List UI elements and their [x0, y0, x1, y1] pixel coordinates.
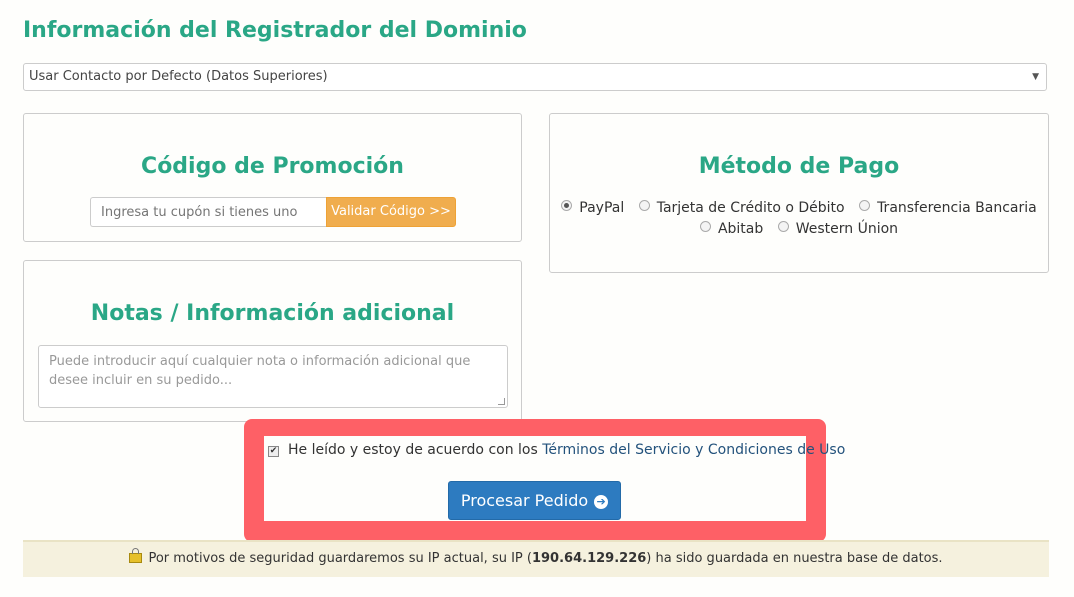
- contact-select-value: Usar Contacto por Defecto (Datos Superio…: [29, 69, 328, 84]
- payment-option-label: Transferencia Bancaria: [877, 200, 1037, 216]
- highlight-box: ✔ He leído y estoy de acuerdo con los Tér…: [244, 419, 845, 542]
- payment-option-label: Abitab: [717, 221, 764, 237]
- notes-title: Notas / Información adicional: [90, 301, 455, 326]
- radio-icon[interactable]: [638, 200, 650, 211]
- arrow-circle-right-icon: ➔: [594, 495, 609, 509]
- payment-panel: Método de Pago PayPal Tarjeta de Crédito…: [549, 113, 1049, 273]
- payment-option-label: Tarjeta de Crédito o Débito: [656, 200, 845, 216]
- ip-address: 190.64.129.226: [531, 551, 647, 566]
- validate-code-button[interactable]: Validar Código >>: [326, 197, 456, 227]
- promo-row: Validar Código >>: [90, 197, 456, 227]
- terms-text: He leído y estoy de acuerdo con los: [288, 442, 538, 458]
- payment-option-abitab[interactable]: Abitab: [699, 221, 764, 237]
- radio-icon[interactable]: [777, 221, 789, 232]
- contact-select[interactable]: Usar Contacto por Defecto (Datos Superio…: [23, 63, 1047, 91]
- resize-handle-icon[interactable]: [498, 398, 505, 405]
- order-confirm-area: ✔ He leído y estoy de acuerdo con los Tér…: [264, 436, 845, 521]
- security-text-before: Por motivos de seguridad guardaremos su …: [148, 551, 532, 566]
- payment-options-row-2: Abitab Western Únion: [550, 221, 1048, 237]
- payment-option-label: PayPal: [579, 200, 625, 216]
- security-text-after: ) ha sido guardada en nuestra base de da…: [646, 551, 943, 566]
- payment-option-card[interactable]: Tarjeta de Crédito o Débito: [638, 200, 845, 216]
- promo-code-input[interactable]: [90, 197, 326, 227]
- payment-option-western-union[interactable]: Western Únion: [777, 221, 899, 237]
- terms-checkbox[interactable]: ✔: [268, 446, 279, 457]
- payment-options-row-1: PayPal Tarjeta de Crédito o Débito Trans…: [550, 200, 1048, 216]
- promo-panel: Código de Promoción Validar Código >>: [23, 113, 522, 242]
- radio-icon[interactable]: [699, 221, 711, 232]
- payment-option-transfer[interactable]: Transferencia Bancaria: [859, 200, 1037, 216]
- promo-title: Código de Promoción: [141, 154, 404, 179]
- notes-placeholder: Puede introducir aquí cualquier nota o i…: [49, 354, 471, 388]
- process-order-label: Procesar Pedido: [460, 491, 589, 510]
- radio-selected-icon[interactable]: [561, 200, 573, 211]
- lock-icon: [129, 548, 143, 563]
- terms-row: ✔ He leído y estoy de acuerdo con los Tér…: [268, 442, 845, 458]
- terms-link[interactable]: Términos del Servicio y Condiciones de U…: [542, 442, 845, 458]
- security-notice: Por motivos de seguridad guardaremos su …: [23, 540, 1049, 577]
- registrar-title: Información del Registrador del Dominio: [23, 18, 527, 43]
- payment-option-paypal[interactable]: PayPal: [561, 200, 624, 216]
- payment-option-label: Western Únion: [795, 221, 899, 237]
- payment-title: Método de Pago: [698, 154, 900, 179]
- process-order-button[interactable]: Procesar Pedido ➔: [448, 481, 621, 520]
- dropdown-arrow-icon: ▼: [1032, 72, 1039, 82]
- notes-panel: Notas / Información adicional Puede intr…: [23, 260, 522, 422]
- radio-icon[interactable]: [859, 200, 871, 211]
- notes-textarea[interactable]: Puede introducir aquí cualquier nota o i…: [38, 345, 508, 408]
